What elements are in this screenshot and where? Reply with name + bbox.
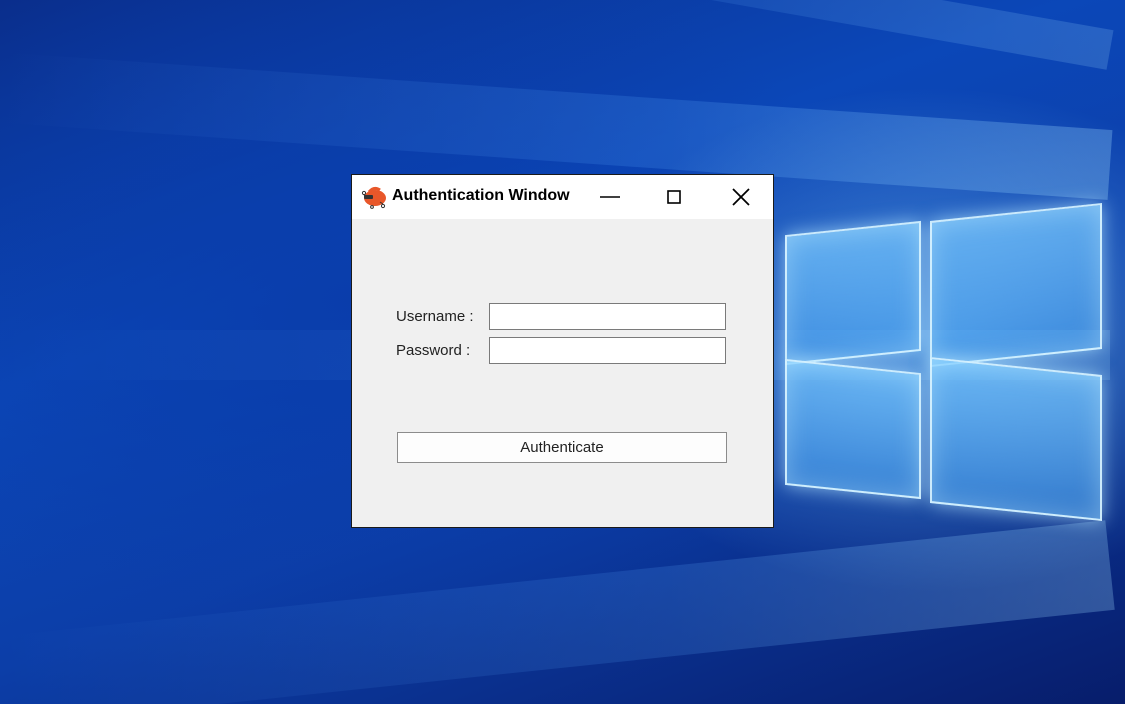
minimize-button[interactable] [584,175,636,219]
close-button[interactable] [714,175,766,219]
windows-logo-pane [785,358,921,500]
password-input[interactable] [489,337,726,364]
windows-logo-pane [930,356,1102,522]
password-label: Password : [396,342,471,359]
window-title: Authentication Window [392,187,570,204]
maximize-button[interactable] [648,175,700,219]
authenticate-button[interactable]: Authenticate [397,432,727,463]
username-input[interactable] [489,303,726,330]
windows-logo-pane [785,220,921,366]
light-ray [1,520,1115,704]
maximize-icon [667,190,681,204]
authentication-window: Authentication Window Username : Passwor… [351,174,774,528]
windows-logo-pane [930,202,1102,368]
close-icon [732,188,750,206]
app-logo-icon [360,184,388,210]
username-label: Username : [396,308,474,325]
light-ray [13,0,1114,70]
minimize-icon [600,196,620,198]
title-bar[interactable]: Authentication Window [352,175,773,219]
